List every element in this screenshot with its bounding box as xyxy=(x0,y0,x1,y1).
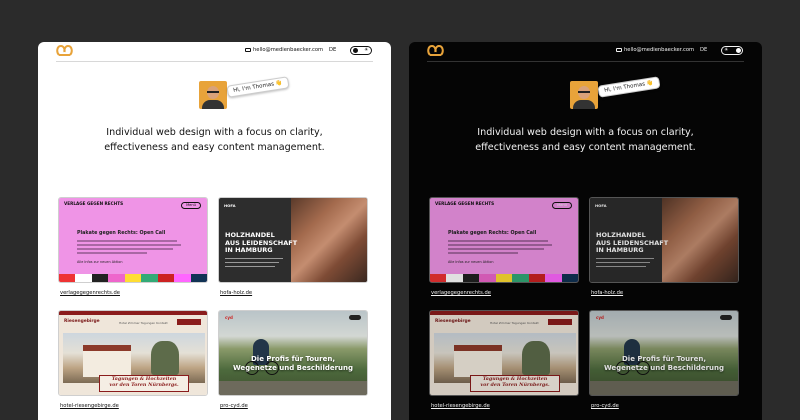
project-nav: Hotel Zimmer Tagungen Kontakt xyxy=(119,321,168,325)
toggle-knob xyxy=(352,48,358,53)
pretzel-logo-icon[interactable] xyxy=(56,44,73,57)
email-link[interactable]: hello@medienbaecker.com xyxy=(245,47,323,53)
project-card-hotel-riesengebirge[interactable]: Riesengebirge Hotel Zimmer Tagungen Kont… xyxy=(429,310,579,396)
avatar xyxy=(199,81,227,109)
dark-mode-preview: hello@medienbaecker.com DE ☀ Hi, I'm Tho… xyxy=(409,42,762,420)
site-header: hello@medienbaecker.com DE ☀ xyxy=(56,42,373,62)
site-header: hello@medienbaecker.com DE ☀ xyxy=(427,42,744,62)
project-card-hotel-riesengebirge[interactable]: Riesengebirge Hotel Zimmer Tagungen Kont… xyxy=(58,310,208,396)
language-switch[interactable]: DE xyxy=(329,47,336,53)
tagline: Individual web design with a focus on cl… xyxy=(104,127,325,153)
project-link-label[interactable]: hotel-riesengebirge.de xyxy=(431,403,490,409)
sun-icon: ☀ xyxy=(364,47,369,53)
email-link[interactable]: hello@medienbaecker.com xyxy=(616,47,694,53)
project-headline: Plakate gegen Rechts: Open Call xyxy=(77,231,166,236)
project-link-label[interactable]: hofa-holz.de xyxy=(591,290,623,296)
project-logo: HOFA xyxy=(224,203,236,208)
toggle-knob xyxy=(735,48,741,53)
project-card-hofa-holz[interactable]: HOFA HOLZHANDEL AUS LEIDENSCHAFT IN HAMBUR… xyxy=(589,197,739,283)
project-logo: Riesengebirge xyxy=(64,319,100,324)
project-link: Alle Infos zur neuen Aktion xyxy=(77,260,123,264)
avatar xyxy=(570,81,598,109)
project-headline: HOLZHANDEL AUS LEIDENSCHAFT IN HAMBURG xyxy=(225,231,298,254)
project-logo: cyd xyxy=(225,315,233,320)
project-headline: Tagungen & Hochzeiten vor den Toren Nürnb… xyxy=(99,375,189,392)
greeting-bubble: Hi, I'm Thomas 👋 xyxy=(226,76,290,98)
project-link-label[interactable]: verlagegegenrechts.de xyxy=(60,290,120,296)
project-link-label[interactable]: hotel-riesengebirge.de xyxy=(60,403,119,409)
project-card-hofa-holz[interactable]: HOFA HOLZHANDEL AUS LEIDENSCHAFT IN HAMBUR… xyxy=(218,197,368,283)
project-card-verlagegegenrechts[interactable]: VERLAGE GEGEN RECHTS Menü Plakate gegen … xyxy=(58,197,208,283)
theme-toggle[interactable]: ☀ xyxy=(350,46,372,55)
mail-icon xyxy=(245,48,251,52)
mail-icon xyxy=(616,48,622,52)
language-switch[interactable]: DE xyxy=(700,47,707,53)
tagline: Individual web design with a focus on cl… xyxy=(475,127,696,153)
pretzel-logo-icon[interactable] xyxy=(427,44,444,57)
greeting-bubble: Hi, I'm Thomas 👋 xyxy=(597,76,661,98)
menu-button: Menü xyxy=(181,202,201,209)
project-link-label[interactable]: pro-cyd.de xyxy=(220,403,248,409)
project-card-pro-cyd[interactable]: cyd Die Profis für Touren, Wegenetze und … xyxy=(589,310,739,396)
project-headline: Die Profis für Touren, Wegenetze und Besc… xyxy=(232,355,354,372)
project-card-pro-cyd[interactable]: cyd Die Profis für Touren, Wegenetze und … xyxy=(218,310,368,396)
project-link-label[interactable]: hofa-holz.de xyxy=(220,290,252,296)
project-link-label[interactable]: pro-cyd.de xyxy=(591,403,619,409)
sun-icon: ☀ xyxy=(724,47,729,53)
theme-toggle[interactable]: ☀ xyxy=(721,46,743,55)
light-mode-preview: hello@medienbaecker.com DE ☀ Hi, I'm Tho… xyxy=(38,42,391,420)
project-logo: VERLAGE GEGEN RECHTS xyxy=(64,201,124,206)
project-link-label[interactable]: verlagegegenrechts.de xyxy=(431,290,491,296)
project-card-verlagegegenrechts[interactable]: VERLAGE GEGEN RECHTS Menü Plakate gegen … xyxy=(429,197,579,283)
